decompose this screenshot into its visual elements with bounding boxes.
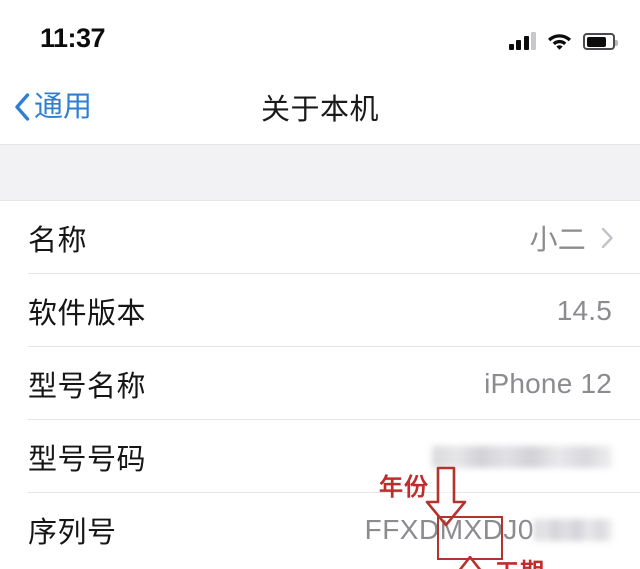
- cellular-signal-icon: [508, 32, 536, 50]
- iphone-about-screen: 11:37 通用 关于本机 名称 小二 软件版本 14.5 型号名称 iPhon…: [0, 0, 640, 569]
- row-value: iPhone 12: [484, 367, 612, 399]
- table-row[interactable]: 名称 小二: [0, 201, 640, 274]
- blurred-value: [432, 445, 612, 468]
- section-gap: [0, 145, 640, 201]
- page-title: 关于本机: [260, 94, 379, 126]
- status-bar-time: 11:37: [40, 23, 106, 53]
- row-label: 名称: [28, 224, 88, 257]
- chevron-right-icon: [601, 227, 613, 248]
- row-value-redacted: [432, 420, 612, 493]
- row-value: 14.5: [556, 294, 612, 326]
- about-settings-list: 名称 小二 软件版本 14.5 型号名称 iPhone 12 型号号码 序列号: [0, 201, 640, 566]
- navigation-bar: 通用 关于本机: [0, 78, 640, 145]
- row-label: 序列号: [28, 516, 117, 549]
- status-bar: 11:37: [0, 0, 640, 78]
- table-row[interactable]: 型号名称 iPhone 12: [0, 347, 640, 420]
- status-bar-icons: [508, 26, 618, 50]
- table-row[interactable]: 型号号码: [0, 420, 640, 493]
- row-label: 型号号码: [28, 443, 147, 476]
- blurred-value: [534, 518, 612, 541]
- battery-icon: [583, 33, 618, 50]
- row-value: FFXDMXDJ0: [365, 493, 612, 566]
- serial-number-text: FFXDMXDJ0: [364, 513, 534, 545]
- wifi-icon: [547, 31, 572, 50]
- row-label: 型号名称: [28, 370, 147, 403]
- table-row[interactable]: 序列号 FFXDMXDJ0: [0, 493, 640, 566]
- table-row[interactable]: 软件版本 14.5: [0, 274, 640, 347]
- row-label: 软件版本: [28, 297, 147, 330]
- row-value: 小二: [529, 223, 586, 255]
